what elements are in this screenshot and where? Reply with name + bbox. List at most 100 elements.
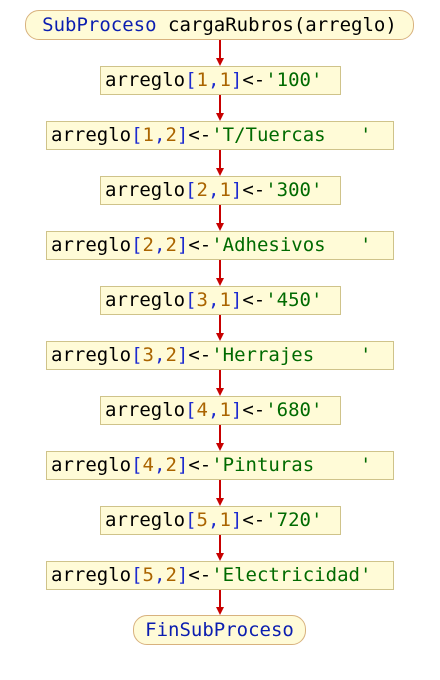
col-index: 2 [165,234,177,256]
assigned-value: '100' [265,69,323,91]
index-separator: , [153,234,166,256]
assign-operator: <- [242,179,266,201]
end-keyword: FinSubProceso [145,618,294,641]
index-separator: , [207,179,220,201]
close-bracket: ] [176,344,189,366]
assigned-value: 'Herrajes ' [211,344,372,366]
assigned-value: '450' [265,289,323,311]
index-separator: , [153,564,166,586]
close-bracket: ] [230,399,243,421]
flow-arrow-head [216,553,224,561]
flow-arrow-head [216,498,224,506]
close-bracket: ] [230,509,243,531]
row-index: 3 [196,289,208,311]
row-index: 2 [142,234,154,256]
row-index: 2 [196,179,208,201]
flow-arrow-head [216,113,224,121]
flow-arrow-head [216,223,224,231]
flow-arrow-head [216,443,224,451]
index-separator: , [153,454,166,476]
row-index: 4 [142,454,154,476]
open-bracket: [ [131,234,143,256]
assigned-value: 'Adhesivos ' [211,234,372,256]
row-index: 1 [196,69,208,91]
assignment-box[interactable]: arreglo[3, 1] <- '450' [100,286,341,315]
open-bracket: [ [131,124,143,146]
array-name: arreglo [51,564,132,586]
col-index: 2 [165,124,177,146]
subprocess-name: cargaRubros [168,13,294,36]
row-index: 3 [142,344,154,366]
assignment-box[interactable]: arreglo[4, 2] <- 'Pinturas ' [46,451,394,480]
col-index: 1 [219,69,231,91]
flow-arrow-head [216,278,224,286]
array-name: arreglo [105,69,186,91]
assign-operator: <- [242,399,266,421]
flow-arrow-head [216,333,224,341]
assignment-box[interactable]: arreglo[2, 2] <- 'Adhesivos ' [46,231,394,260]
row-index: 5 [142,564,154,586]
index-separator: , [207,509,220,531]
open-bracket: [ [185,509,197,531]
assignment-box[interactable]: arreglo[3, 2] <- 'Herrajes ' [46,341,394,370]
open-bracket: [ [131,454,143,476]
close-bracket: ] [230,289,243,311]
assign-operator: <- [188,124,212,146]
close-bracket: ] [176,124,189,146]
close-bracket: ] [176,234,189,256]
assignment-box[interactable]: arreglo[1, 1] <- '100' [100,66,341,95]
assign-operator: <- [242,69,266,91]
array-name: arreglo [51,344,132,366]
assign-operator: <- [188,564,212,586]
assignment-box[interactable]: arreglo[2, 1] <- '300' [100,176,341,205]
col-index: 2 [165,454,177,476]
assignment-box[interactable]: arreglo[5, 2] <- 'Electricidad' [46,561,394,590]
col-index: 1 [219,289,231,311]
start-terminal[interactable]: SubProceso cargaRubros (arreglo) [25,10,414,40]
col-index: 1 [219,509,231,531]
assign-operator: <- [242,509,266,531]
flowchart: SubProceso cargaRubros (arreglo) arreglo[… [0,0,440,680]
assignment-box[interactable]: arreglo[1, 2] <- 'T/Tuercas ' [46,121,394,150]
row-index: 5 [196,509,208,531]
assigned-value: 'Pinturas ' [211,454,372,476]
open-bracket: [ [131,564,143,586]
flow-arrow-head [216,168,224,176]
open-bracket: [ [185,399,197,421]
open-bracket: [ [185,289,197,311]
start-keyword: SubProceso [42,13,157,36]
array-name: arreglo [105,509,186,531]
assign-operator: <- [188,344,212,366]
close-bracket: ] [176,454,189,476]
assigned-value: '720' [265,509,323,531]
col-index: 1 [219,399,231,421]
assigned-value: '680' [265,399,323,421]
index-separator: , [207,399,220,421]
col-index: 1 [219,179,231,201]
col-index: 2 [165,344,177,366]
array-name: arreglo [51,454,132,476]
index-separator: , [153,344,166,366]
assign-operator: <- [188,454,212,476]
close-bracket: ] [176,564,189,586]
assigned-value: '300' [265,179,323,201]
assignment-box[interactable]: arreglo[4, 1] <- '680' [100,396,341,425]
row-index: 4 [196,399,208,421]
assigned-value: 'T/Tuercas ' [211,124,372,146]
assign-operator: <- [188,234,212,256]
array-name: arreglo [51,234,132,256]
array-name: arreglo [105,399,186,421]
end-terminal[interactable]: FinSubProceso [133,615,306,645]
open-bracket: [ [131,344,143,366]
close-bracket: ] [230,179,243,201]
index-separator: , [207,289,220,311]
flow-arrow-head [216,58,224,66]
subprocess-params: (arreglo) [293,13,397,36]
index-separator: , [207,69,220,91]
array-name: arreglo [105,289,186,311]
open-bracket: [ [185,69,197,91]
array-name: arreglo [105,179,186,201]
col-index: 2 [165,564,177,586]
row-index: 1 [142,124,154,146]
assignment-box[interactable]: arreglo[5, 1] <- '720' [100,506,341,535]
